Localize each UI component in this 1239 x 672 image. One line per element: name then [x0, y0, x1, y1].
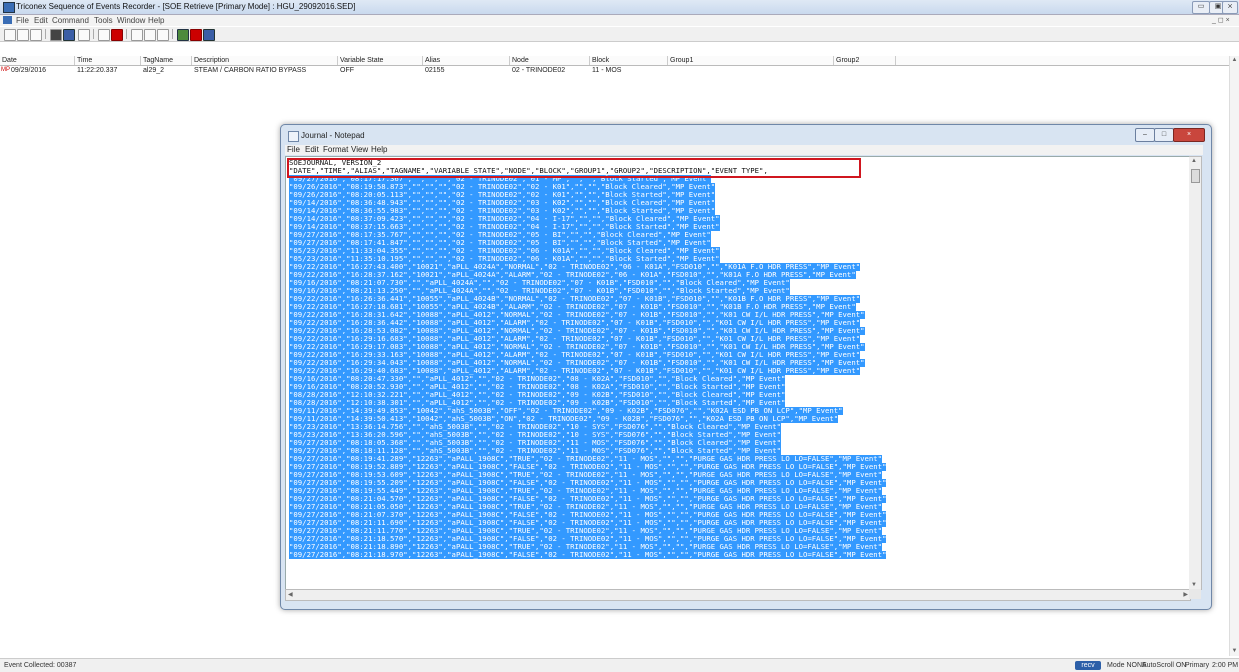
cell-date: 09/29/2016 [11, 67, 47, 74]
toolbar-separator [45, 29, 46, 39]
notepad-text-area[interactable]: SOEJOURNAL, VERSION_2 "DATE","TIME","ALI… [285, 156, 1191, 590]
column-block[interactable]: Block [590, 56, 668, 65]
cell-state: OFF [340, 67, 354, 74]
report-icon[interactable] [203, 29, 215, 41]
status-bar: Event Collected: 00387 recv Mode NONE Au… [0, 658, 1239, 672]
notepad-maximize-button[interactable]: □ [1154, 128, 1174, 142]
main-vertical-scrollbar[interactable]: ▲ ▼ [1229, 56, 1239, 656]
cell-time: 11:22:20.337 [77, 67, 118, 74]
notepad-menu-view[interactable]: View [351, 145, 368, 154]
grid-header: Date Time TagName Description Variable S… [0, 56, 1239, 66]
column-node[interactable]: Node [510, 56, 590, 65]
scroll-down-icon[interactable]: ▼ [1231, 648, 1238, 655]
mdi-window-controls[interactable]: _ ◻ × [1212, 16, 1230, 24]
print-icon[interactable] [78, 29, 90, 41]
notepad-menu-format[interactable]: Format [323, 145, 348, 154]
stop-icon[interactable] [111, 29, 123, 41]
row-marker: MP [1, 67, 10, 73]
notepad-horizontal-scrollbar[interactable]: ◀ ▶ [285, 589, 1191, 601]
column-alias[interactable]: Alias [423, 56, 510, 65]
notepad-minimize-button[interactable]: – [1135, 128, 1155, 142]
notepad-title: Journal - Notepad [301, 131, 365, 140]
notepad-menu-edit[interactable]: Edit [305, 145, 319, 154]
toolbar-separator [93, 29, 94, 39]
cell-tagname: al29_2 [143, 67, 165, 74]
toolbar-separator [172, 29, 173, 39]
mdi-doc-icon [3, 16, 12, 24]
filter-icon[interactable] [131, 29, 143, 41]
notepad-scroll-up-icon[interactable]: ▲ [1191, 158, 1197, 164]
notepad-vertical-scrollbar[interactable]: ▲ ▼ [1189, 156, 1202, 590]
toolbar-separator [126, 29, 127, 39]
window-title: Triconex Sequence of Events Recorder - [… [16, 2, 356, 11]
autoscroll-status: AutoScroll ON [1142, 662, 1187, 669]
app-icon [3, 2, 15, 13]
cell-block: 11 - MOS [592, 67, 622, 74]
menu-help[interactable]: Help [148, 16, 164, 25]
clock: 2:00 PM [1212, 662, 1239, 669]
menu-edit[interactable]: Edit [34, 16, 48, 25]
save-icon[interactable] [63, 29, 75, 41]
mode-status: Mode NONE [1107, 662, 1147, 669]
column-group2[interactable]: Group2 [834, 56, 896, 65]
scroll-up-icon[interactable]: ▲ [1231, 57, 1238, 64]
column-description[interactable]: Description [192, 56, 338, 65]
folder-icon[interactable] [50, 29, 62, 41]
notepad-window: Journal - Notepad – □ × File Edit Format… [280, 124, 1212, 610]
notepad-menu-bar: File Edit Format View Help [285, 145, 1203, 155]
notepad-scroll-left-icon[interactable]: ◀ [288, 591, 293, 598]
menu-window[interactable]: Window [117, 16, 145, 25]
check-icon[interactable] [157, 29, 169, 41]
journal-line: "09/27/2016","08:21:18.970","12263","aPA… [289, 550, 887, 559]
toolbar [0, 27, 1239, 42]
recv-indicator: recv [1075, 661, 1101, 670]
title-bar: Triconex Sequence of Events Recorder - [… [0, 0, 1239, 15]
open-icon[interactable] [17, 29, 29, 41]
close-button[interactable]: ⨯ [1222, 1, 1238, 14]
notepad-scroll-right-icon[interactable]: ▶ [1183, 591, 1188, 598]
menu-tools[interactable]: Tools [94, 16, 113, 25]
cell-description: STEAM / CARBON RATIO BYPASS [194, 67, 307, 74]
cell-node: 02 - TRINODE02 [512, 67, 566, 74]
event-icon[interactable] [190, 29, 202, 41]
column-date[interactable]: Date [0, 56, 75, 65]
menu-file[interactable]: File [16, 16, 29, 25]
notepad-menu-file[interactable]: File [287, 145, 300, 154]
play-icon[interactable] [98, 29, 110, 41]
copy-icon[interactable] [30, 29, 42, 41]
retrieve-icon[interactable] [177, 29, 189, 41]
table-row[interactable]: MP 09/29/2016 11:22:20.337 al29_2 STEAM … [0, 66, 1239, 75]
menu-command[interactable]: Command [52, 16, 89, 25]
minimize-button[interactable]: ▭ [1192, 1, 1210, 14]
notepad-scroll-down-icon[interactable]: ▼ [1191, 582, 1197, 588]
columns-icon[interactable] [144, 29, 156, 41]
header-highlight-box [287, 158, 861, 178]
column-time[interactable]: Time [75, 56, 141, 65]
notepad-size-grip[interactable] [1189, 589, 1201, 599]
menu-bar: File Edit Command Tools Window Help _ ◻ … [0, 15, 1239, 26]
new-icon[interactable] [4, 29, 16, 41]
notepad-scroll-thumb[interactable] [1191, 169, 1200, 183]
notepad-close-button[interactable]: × [1173, 128, 1205, 142]
notepad-icon [288, 131, 299, 142]
column-group1[interactable]: Group1 [668, 56, 834, 65]
column-variable-state[interactable]: Variable State [338, 56, 423, 65]
primary-status: Primary [1185, 662, 1210, 669]
events-collected-status: Event Collected: 00387 [4, 662, 77, 669]
cell-alias: 02155 [425, 67, 445, 74]
column-tagname[interactable]: TagName [141, 56, 192, 65]
notepad-menu-help[interactable]: Help [371, 145, 387, 154]
